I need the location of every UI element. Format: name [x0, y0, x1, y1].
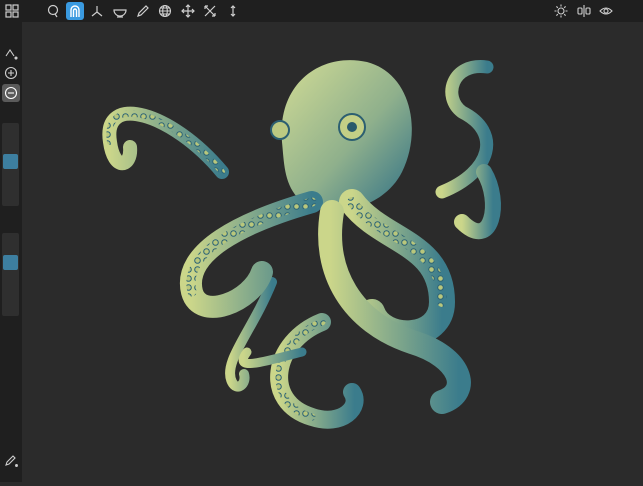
brush-strength-slider[interactable]: [2, 233, 19, 316]
add-icon[interactable]: [2, 64, 20, 82]
lasso-icon[interactable]: [44, 2, 62, 20]
brush-size-slider[interactable]: [2, 123, 19, 206]
symmetry-vertical-icon[interactable]: [224, 2, 242, 20]
edit-icon[interactable]: [2, 451, 20, 469]
axes-icon[interactable]: [88, 2, 106, 20]
left-sidebar: [0, 22, 22, 482]
subtract-icon[interactable]: [2, 84, 20, 102]
grid-icon[interactable]: [3, 2, 21, 20]
eye-icon[interactable]: [597, 2, 615, 20]
transform-icon[interactable]: [179, 2, 197, 20]
pencil-icon[interactable]: [134, 2, 152, 20]
sun-icon[interactable]: [552, 2, 570, 20]
octopus-sculpt: [102, 60, 501, 429]
sculpt-viewport[interactable]: [22, 22, 643, 482]
brush-size-slider-thumb[interactable]: [3, 154, 18, 169]
vertex-mode-icon[interactable]: [2, 44, 20, 62]
brush-strength-slider-thumb[interactable]: [3, 255, 18, 270]
mirror-icon[interactable]: [575, 2, 593, 20]
globe-icon[interactable]: [156, 2, 174, 20]
expand-icon[interactable]: [201, 2, 219, 20]
bowl-icon[interactable]: [111, 2, 129, 20]
magnet-icon[interactable]: [66, 2, 84, 20]
top-toolbar: [0, 0, 643, 22]
